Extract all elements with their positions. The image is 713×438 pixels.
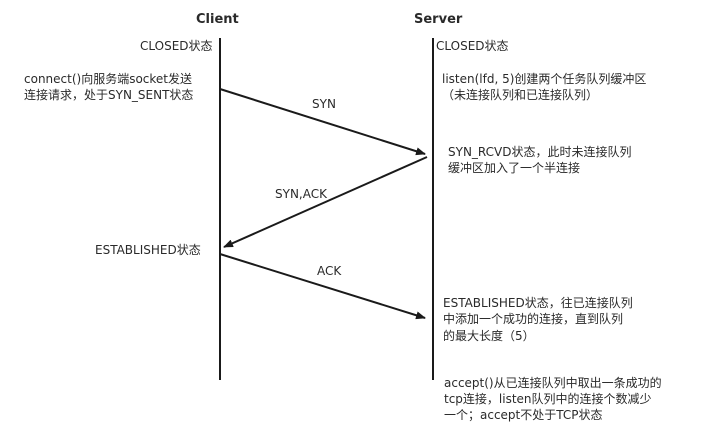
client-header: Client	[196, 12, 239, 27]
sequence-lines	[219, 38, 434, 380]
syn-label: SYN	[312, 97, 336, 111]
tcp-handshake-diagram: Client Server CLOSED状态 connect()向服务端sock…	[0, 0, 713, 438]
client-connect-note-line2: 连接请求，处于SYN_SENT状态	[24, 88, 194, 102]
ack-label: ACK	[317, 264, 342, 278]
server-listen-note-line2: （未连接队列和已连接队列）	[442, 88, 599, 102]
server-header: Server	[414, 12, 463, 27]
server-synrcvd-note-line1: SYN_RCVD状态，此时未连接队列	[448, 145, 632, 159]
server-established-note-line1: ESTABLISHED状态，往已连接队列	[443, 296, 633, 310]
synack-label: SYN,ACK	[275, 187, 327, 201]
synack-arrow	[223, 156, 428, 248]
server-accept-note-line3: 一个；accept不处于TCP状态	[444, 408, 603, 422]
server-closed-state: CLOSED状态	[436, 39, 509, 53]
server-listen-note-line1: listen(lfd, 5)创建两个任务队列缓冲区	[442, 72, 647, 86]
client-closed-state: CLOSED状态	[140, 39, 213, 53]
server-accept-note-line1: accept()从已连接队列中取出一条成功的	[444, 376, 662, 390]
server-established-note-line3: 的最大长度（5）	[443, 329, 535, 343]
client-connect-note-line1: connect()向服务端socket发送	[24, 72, 193, 86]
client-established-state: ESTABLISHED状态	[95, 243, 201, 257]
server-established-note-line2: 中添加一个成功的连接，直到队列	[443, 312, 624, 326]
server-synrcvd-note-line2: 缓冲区加入了一个半连接	[448, 161, 581, 175]
server-accept-note-line2: tcp连接，listen队列中的连接个数减少	[444, 392, 652, 406]
